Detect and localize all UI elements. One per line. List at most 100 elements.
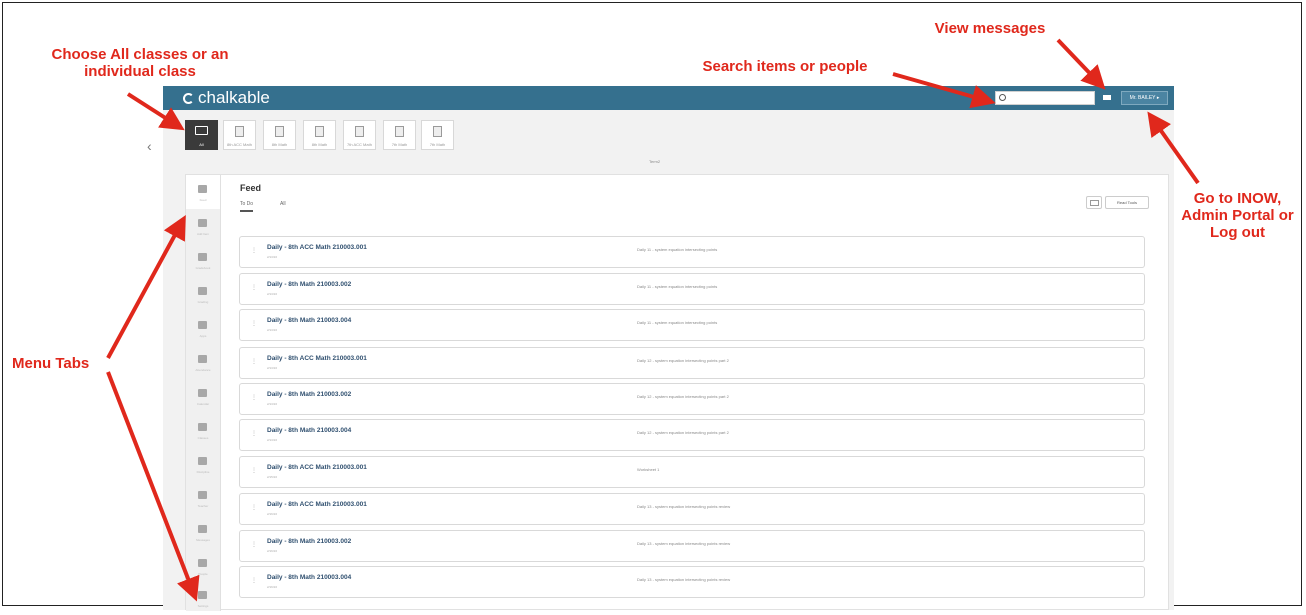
feed-item-title[interactable]: Daily - 8th ACC Math 210003.001 bbox=[267, 464, 367, 471]
feed-item-description: Worksheet 1 bbox=[637, 467, 660, 472]
logo-text: chalkable bbox=[198, 88, 270, 107]
classes-icon bbox=[198, 423, 207, 431]
feed-item-title[interactable]: Daily - 8th Math 210003.002 bbox=[267, 538, 351, 545]
tab-label: People bbox=[198, 572, 208, 576]
tab-all[interactable]: All bbox=[280, 201, 286, 207]
calculator-icon bbox=[355, 126, 364, 137]
drag-handle-icon[interactable]: ⋮ bbox=[251, 320, 257, 327]
tab-teacher[interactable]: Teacher bbox=[186, 481, 220, 515]
feed-item[interactable]: ⋮ Daily - 8th ACC Math 210003.001 2/13/1… bbox=[239, 347, 1145, 379]
feed-item-description: Daily 13 - system equation intersecting … bbox=[637, 504, 731, 509]
tab-label: Gradebook bbox=[195, 266, 211, 270]
chart-icon bbox=[198, 287, 207, 295]
tab-messages[interactable]: Messages bbox=[186, 515, 220, 549]
tab-to-do[interactable]: To Do bbox=[240, 201, 254, 212]
book-icon bbox=[195, 126, 208, 135]
tab-label: Messages bbox=[196, 538, 210, 542]
previous-class-arrow[interactable]: ‹ bbox=[147, 138, 152, 154]
messages-icon bbox=[198, 525, 207, 533]
drag-handle-icon[interactable]: ⋮ bbox=[251, 284, 257, 291]
feed-item-title[interactable]: Daily - 8th ACC Math 210003.001 bbox=[267, 244, 367, 251]
drag-handle-icon[interactable]: ⋮ bbox=[251, 541, 257, 548]
feed-item-title[interactable]: Daily - 8th ACC Math 210003.001 bbox=[267, 355, 367, 362]
drag-handle-icon[interactable]: ⋮ bbox=[251, 577, 257, 584]
callout-search: Search items or people bbox=[702, 58, 868, 75]
discipline-icon bbox=[198, 457, 207, 465]
drag-handle-icon[interactable]: ⋮ bbox=[251, 358, 257, 365]
feed-item[interactable]: ⋮ Daily - 8th Math 210003.004 2/16/16 Da… bbox=[239, 566, 1145, 598]
logo-icon bbox=[183, 92, 194, 104]
apple-icon bbox=[198, 491, 207, 499]
user-menu-button[interactable]: Mr. BAILEY ▸ bbox=[1121, 91, 1168, 105]
tab-people[interactable]: People bbox=[186, 549, 220, 583]
drag-handle-icon[interactable]: ⋮ bbox=[251, 430, 257, 437]
class-tile-label: 8th ACC Math bbox=[227, 142, 252, 147]
class-tile-label: All bbox=[199, 142, 204, 147]
search-icon bbox=[999, 94, 1006, 101]
callout-messages: View messages bbox=[934, 20, 1046, 37]
tab-gradebook[interactable]: Gradebook bbox=[186, 243, 220, 277]
tab-add-item[interactable]: Add Item bbox=[186, 209, 220, 243]
tab-feed[interactable]: Feed bbox=[186, 175, 220, 209]
callout-menu-tabs: Menu Tabs bbox=[12, 355, 90, 372]
class-tile[interactable]: 7th Math bbox=[421, 120, 454, 150]
apps-icon bbox=[198, 321, 207, 329]
drag-handle-icon[interactable]: ⋮ bbox=[251, 467, 257, 474]
feed-item[interactable]: ⋮ Daily - 8th ACC Math 210003.001 2/13/1… bbox=[239, 236, 1145, 268]
feed-item-description: Daily 11 - system equation intersecting … bbox=[637, 247, 718, 252]
feed-item-title[interactable]: Daily - 8th Math 210003.004 bbox=[267, 574, 351, 581]
calculator-icon bbox=[315, 126, 324, 137]
search-input[interactable] bbox=[995, 91, 1095, 105]
feed-item[interactable]: ⋮ Daily - 8th ACC Math 210003.001 2/15/1… bbox=[239, 456, 1145, 488]
feed-item-title[interactable]: Daily - 8th Math 210003.002 bbox=[267, 391, 351, 398]
class-tile-all[interactable]: All bbox=[185, 120, 218, 150]
tab-grading[interactable]: Grading bbox=[186, 277, 220, 311]
read-tools-button[interactable]: Read Tools bbox=[1105, 196, 1149, 209]
feed-item-title[interactable]: Daily - 8th Math 210003.004 bbox=[267, 427, 351, 434]
tab-apps[interactable]: Apps bbox=[186, 311, 220, 345]
main-content: Feed Add Item Gradebook Grading Apps Att… bbox=[185, 174, 1169, 611]
side-menu: Feed Add Item Gradebook Grading Apps Att… bbox=[186, 175, 221, 611]
feed-item-date: 2/13/16 bbox=[267, 402, 278, 406]
class-tile[interactable]: 8th Math bbox=[303, 120, 336, 150]
feed-item-title[interactable]: Daily - 8th ACC Math 210003.001 bbox=[267, 501, 367, 508]
tab-label: Teacher bbox=[197, 504, 209, 508]
feed-item[interactable]: ⋮ Daily - 8th ACC Math 210003.001 2/16/1… bbox=[239, 493, 1145, 525]
feed-item-description: Daily 13 - system equation intersecting … bbox=[637, 577, 731, 582]
tab-label: Classes bbox=[197, 436, 209, 440]
feed-item-date: 2/13/16 bbox=[267, 438, 278, 442]
messages-icon[interactable] bbox=[1103, 95, 1111, 100]
calculator-icon bbox=[395, 126, 404, 137]
feed-item[interactable]: ⋮ Daily - 8th Math 210003.002 2/13/16 Da… bbox=[239, 273, 1145, 305]
feed-item-date: 2/15/16 bbox=[267, 475, 278, 479]
tab-classes[interactable]: Classes bbox=[186, 413, 220, 447]
tab-discipline[interactable]: Discipline bbox=[186, 447, 220, 481]
feed-item-title[interactable]: Daily - 8th Math 210003.002 bbox=[267, 281, 351, 288]
feed-item-description: Daily 12 - system equation intersecting … bbox=[637, 394, 729, 399]
print-button[interactable] bbox=[1086, 196, 1102, 209]
class-tile[interactable]: 8th Math bbox=[263, 120, 296, 150]
people-icon bbox=[198, 559, 207, 567]
feed-item[interactable]: ⋮ Daily - 8th Math 210003.004 2/13/16 Da… bbox=[239, 419, 1145, 451]
calculator-icon bbox=[433, 126, 442, 137]
callout-inow: Go to INOW, Admin Portal or Log out bbox=[1181, 190, 1294, 241]
drag-handle-icon[interactable]: ⋮ bbox=[251, 394, 257, 401]
feed-item[interactable]: ⋮ Daily - 8th Math 210003.002 2/16/16 Da… bbox=[239, 530, 1145, 562]
feed-item-title[interactable]: Daily - 8th Math 210003.004 bbox=[267, 317, 351, 324]
attendance-icon bbox=[198, 355, 207, 363]
feed-item[interactable]: ⋮ Daily - 8th Math 210003.002 2/13/16 Da… bbox=[239, 383, 1145, 415]
class-tile[interactable]: 7th ACC Math bbox=[343, 120, 376, 150]
tab-label: Settings bbox=[197, 604, 209, 608]
feed-item-date: 2/16/16 bbox=[267, 585, 278, 589]
calculator-icon bbox=[235, 126, 244, 137]
feed-item[interactable]: ⋮ Daily - 8th Math 210003.004 2/13/16 Da… bbox=[239, 309, 1145, 341]
feed-item-date: 2/16/16 bbox=[267, 512, 278, 516]
drag-handle-icon[interactable]: ⋮ bbox=[251, 247, 257, 254]
tab-label: Apps bbox=[199, 334, 207, 338]
class-tile[interactable]: 8th ACC Math bbox=[223, 120, 256, 150]
tab-attendance[interactable]: Attendance bbox=[186, 345, 220, 379]
tab-calendar[interactable]: Calendar bbox=[186, 379, 220, 413]
class-tile[interactable]: 7th Math bbox=[383, 120, 416, 150]
chalkable-logo[interactable]: chalkable bbox=[183, 88, 270, 108]
drag-handle-icon[interactable]: ⋮ bbox=[251, 504, 257, 511]
